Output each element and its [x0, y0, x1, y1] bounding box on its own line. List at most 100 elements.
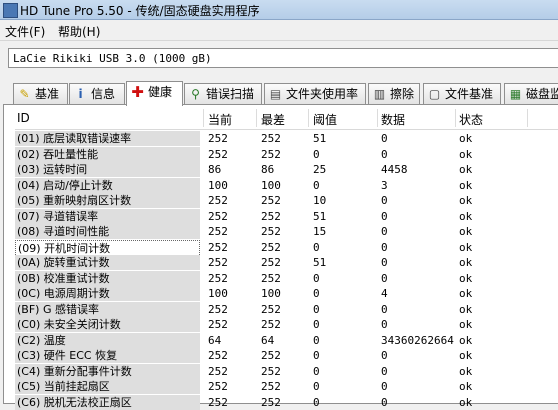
cell-current: 86 — [208, 162, 221, 177]
app-icon — [3, 3, 18, 18]
cell-worst: 252 — [261, 302, 281, 317]
tab-disk-monitor[interactable]: ▦ 磁盘监 — [504, 83, 558, 104]
tab-info[interactable]: i 信息 — [69, 83, 125, 104]
cell-current: 100 — [208, 178, 228, 193]
cell-status: ok — [459, 333, 472, 348]
cell-id: (04) 启动/停止计数 — [15, 178, 200, 193]
table-row[interactable]: (C4) 重新分配事件计数25225200ok — [15, 364, 558, 380]
title-bar: HD Tune Pro 5.50 - 传统/固态硬盘实用程序 — [0, 0, 558, 20]
col-header-worst[interactable]: 最差 — [261, 111, 285, 128]
tab-error-scan[interactable]: ⚲ 错误扫描 — [184, 83, 262, 104]
cell-threshold: 0 — [313, 317, 320, 332]
cell-id: (C4) 重新分配事件计数 — [15, 364, 200, 379]
folder-icon: ▤ — [269, 88, 282, 101]
cell-id: (C0) 未安全关闭计数 — [15, 317, 200, 332]
tab-folder-usage[interactable]: ▤ 文件夹使用率 — [264, 83, 366, 104]
cell-worst: 100 — [261, 178, 281, 193]
cell-status: ok — [459, 240, 472, 255]
health-panel: ID 当前 最差 阈值 数据 状态 (01) 底层读取错误速率252252510… — [3, 104, 558, 404]
drive-select[interactable]: LaCie Rikiki USB 3.0 (1000 gB) — [8, 48, 558, 68]
cell-data: 0 — [381, 348, 388, 363]
cell-data: 0 — [381, 193, 388, 208]
cell-data: 0 — [381, 131, 388, 146]
cell-current: 252 — [208, 395, 228, 410]
cell-threshold: 0 — [313, 178, 320, 193]
table-header: ID 当前 最差 阈值 数据 状态 — [15, 107, 558, 130]
cell-worst: 100 — [261, 286, 281, 301]
cell-id: (08) 寻道时间性能 — [15, 224, 200, 239]
cell-current: 252 — [208, 193, 228, 208]
cell-current: 252 — [208, 379, 228, 394]
cell-threshold: 15 — [313, 224, 326, 239]
cell-id: (C3) 硬件 ECC 恢复 — [15, 348, 200, 363]
menu-help[interactable]: 帮助(H) — [58, 23, 100, 40]
magnifier-icon: ⚲ — [189, 88, 202, 101]
cell-id: (02) 吞吐量性能 — [15, 147, 200, 162]
col-header-status[interactable]: 状态 — [459, 111, 483, 128]
tab-erase[interactable]: ▥ 擦除 — [368, 83, 420, 104]
cell-current: 252 — [208, 147, 228, 162]
health-cross-icon: ✚ — [131, 86, 144, 99]
cell-current: 252 — [208, 131, 228, 146]
table-row[interactable]: (C2) 温度6464034360262664ok — [15, 333, 558, 349]
cell-status: ok — [459, 364, 472, 379]
drive-bar: LaCie Rikiki USB 3.0 (1000 gB) — [0, 40, 558, 79]
cell-worst: 252 — [261, 364, 281, 379]
table-row[interactable]: (0B) 校准重试计数25225200ok — [15, 271, 558, 287]
cell-id: (0C) 电源周期计数 — [15, 286, 200, 301]
cell-data: 0 — [381, 147, 388, 162]
cell-threshold: 0 — [313, 348, 320, 363]
cell-worst: 252 — [261, 209, 281, 224]
cell-id: (05) 重新映射扇区计数 — [15, 193, 200, 208]
table-row[interactable]: (01) 底层读取错误速率252252510ok — [15, 131, 558, 147]
table-row[interactable]: (08) 寻道时间性能252252150ok — [15, 224, 558, 240]
col-header-threshold[interactable]: 阈值 — [313, 111, 337, 128]
info-icon: i — [74, 88, 87, 101]
table-row[interactable]: (C3) 硬件 ECC 恢复25225200ok — [15, 348, 558, 364]
cell-worst: 252 — [261, 224, 281, 239]
col-header-id[interactable]: ID — [17, 111, 30, 125]
table-row[interactable]: (C0) 未安全关闭计数25225200ok — [15, 317, 558, 333]
cell-threshold: 0 — [313, 379, 320, 394]
cell-data: 0 — [381, 224, 388, 239]
col-header-data[interactable]: 数据 — [381, 111, 405, 128]
col-header-current[interactable]: 当前 — [208, 111, 232, 128]
cell-data: 0 — [381, 317, 388, 332]
table-row[interactable]: (0A) 旋转重试计数252252510ok — [15, 255, 558, 271]
table-row[interactable]: (C6) 脱机无法校正扇区25225200ok — [15, 395, 558, 410]
cell-worst: 252 — [261, 395, 281, 410]
cell-status: ok — [459, 255, 472, 270]
cell-threshold: 51 — [313, 255, 326, 270]
cell-threshold: 0 — [313, 286, 320, 301]
window-title: HD Tune Pro 5.50 - 传统/固态硬盘实用程序 — [20, 2, 260, 19]
table-row[interactable]: (02) 吞吐量性能25225200ok — [15, 147, 558, 163]
cell-id: (BF) G 感错误率 — [15, 302, 200, 317]
cell-current: 252 — [208, 209, 228, 224]
cell-data: 0 — [381, 271, 388, 286]
cell-current: 252 — [208, 348, 228, 363]
menu-file[interactable]: 文件(F) — [5, 23, 45, 40]
cell-status: ok — [459, 348, 472, 363]
cell-data: 4458 — [381, 162, 408, 177]
cell-current: 64 — [208, 333, 221, 348]
tab-health[interactable]: ✚ 健康 — [126, 81, 183, 106]
file-benchmark-icon: ▢ — [428, 88, 441, 101]
cell-current: 252 — [208, 224, 228, 239]
table-row[interactable]: (09) 开机时间计数25225200ok — [15, 240, 558, 256]
cell-threshold: 0 — [313, 240, 320, 255]
table-row[interactable]: (05) 重新映射扇区计数252252100ok — [15, 193, 558, 209]
tab-file-benchmark[interactable]: ▢ 文件基准 — [423, 83, 501, 104]
cell-current: 100 — [208, 286, 228, 301]
table-row[interactable]: (0C) 电源周期计数10010004ok — [15, 286, 558, 302]
table-row[interactable]: (BF) G 感错误率25225200ok — [15, 302, 558, 318]
table-row[interactable]: (C5) 当前挂起扇区25225200ok — [15, 379, 558, 395]
cell-data: 0 — [381, 209, 388, 224]
table-row[interactable]: (04) 启动/停止计数10010003ok — [15, 178, 558, 194]
cell-data: 34360262664 — [381, 333, 454, 348]
table-row[interactable]: (07) 寻道错误率252252510ok — [15, 209, 558, 225]
tab-benchmark[interactable]: ✎ 基准 — [13, 83, 68, 104]
table-row[interactable]: (03) 运转时间8686254458ok — [15, 162, 558, 178]
cell-threshold: 51 — [313, 209, 326, 224]
cell-threshold: 10 — [313, 193, 326, 208]
cell-current: 252 — [208, 364, 228, 379]
